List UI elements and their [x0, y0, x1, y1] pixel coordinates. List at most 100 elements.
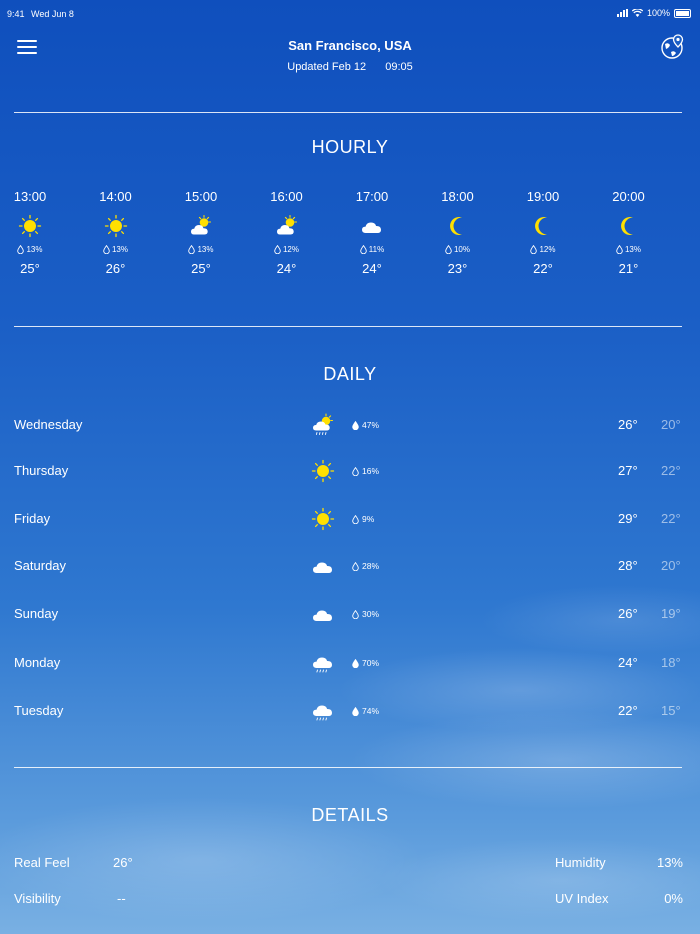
drop-icon: [352, 706, 359, 716]
daily-precip-value: 70%: [362, 658, 380, 668]
daily-low: 22°: [661, 511, 681, 526]
daily-row: Sunday 30% 26° 19°: [14, 602, 686, 626]
status-bar: 9:41 Wed Jun 8 100%: [0, 0, 700, 26]
drop-icon: [352, 561, 359, 571]
daily-row: Friday 9% 29° 22°: [14, 507, 686, 531]
hourly-time: 15:00: [184, 189, 218, 204]
hourly-time: 16:00: [270, 189, 303, 204]
drop-icon: [360, 245, 367, 254]
status-time: 9:41: [7, 9, 25, 19]
signal-icon: [616, 9, 628, 17]
daily-precip: 16%: [352, 466, 379, 476]
daily-precip-value: 16%: [362, 466, 380, 476]
sun-icon: [311, 507, 335, 531]
hourly-precip: 12%: [513, 245, 573, 254]
updated-line: Updated Feb 12 09:05: [0, 61, 700, 73]
divider: [14, 326, 682, 327]
moon-icon: [617, 214, 641, 238]
battery-percent: 100%: [646, 8, 670, 18]
day-name: Thursday: [14, 463, 69, 478]
hourly-precip-value: 10%: [453, 245, 470, 254]
daily-precip: 47%: [352, 420, 379, 430]
updated-time: 09:05: [385, 61, 413, 73]
hourly-item: 16:00 12% 24°: [257, 189, 317, 276]
drop-icon: [445, 245, 452, 254]
hourly-time: 17:00: [355, 189, 389, 204]
sun-cloud-rain-icon: [311, 413, 335, 437]
daily-row: Tuesday 74% 22° 15°: [14, 699, 686, 723]
hourly-temp: 25°: [191, 261, 211, 276]
city-title: San Francisco, USA: [288, 38, 412, 53]
real-feel-label: Real Feel: [14, 855, 70, 870]
drop-icon: [274, 245, 281, 254]
hourly-precip-value: 11%: [368, 245, 385, 254]
daily-row: Saturday 28% 28° 20°: [14, 554, 686, 578]
hourly-precip: 11%: [342, 245, 402, 254]
cloud-rain-icon: [311, 699, 335, 723]
status-right: 100%: [616, 8, 691, 18]
hourly-item: 15:00 13% 25°: [171, 189, 231, 276]
uv-index-label: UV Index: [555, 891, 609, 906]
hourly-item: 14:00 13% 26°: [86, 189, 146, 276]
sun-cloud-icon: [189, 214, 213, 238]
drop-icon: [352, 514, 359, 524]
daily-low: 19°: [661, 606, 681, 621]
daily-low: 22°: [661, 463, 681, 478]
real-feel-value: 26°: [113, 855, 133, 870]
hourly-temp: 25°: [20, 261, 40, 276]
daily-high: 29°: [618, 511, 638, 526]
hourly-precip: 13%: [86, 245, 146, 254]
day-name: Tuesday: [14, 703, 64, 718]
hourly-precip-value: 12%: [539, 245, 556, 254]
hourly-time: 20:00: [612, 189, 645, 204]
hourly-temp: 24°: [276, 261, 297, 276]
daily-high: 24°: [618, 655, 638, 670]
daily-low: 20°: [661, 417, 681, 432]
drop-icon: [103, 245, 110, 254]
cloud-icon: [311, 554, 335, 578]
hourly-time: 19:00: [526, 189, 560, 204]
daily-high: 26°: [618, 606, 638, 621]
drop-icon: [17, 245, 25, 254]
daily-row: Wednesday 47% 26° 20°: [14, 413, 686, 437]
battery-icon: [674, 8, 691, 18]
drop-icon: [352, 609, 359, 619]
daily-high: 22°: [618, 703, 638, 718]
daily-high: 27°: [618, 463, 638, 478]
hourly-precip: 13%: [171, 245, 231, 254]
hourly-precip-value: 13%: [624, 245, 641, 254]
updated-date: Updated Feb 12: [287, 61, 367, 73]
hourly-precip-value: 13%: [197, 245, 214, 254]
cloud-icon: [311, 602, 335, 626]
hourly-item: 20:00 13% 21°: [599, 189, 659, 276]
daily-low: 15°: [661, 703, 681, 718]
hourly-title: HOURLY: [311, 137, 389, 157]
hourly-temp: 21°: [618, 261, 639, 276]
daily-title: DAILY: [323, 364, 377, 384]
humidity-label: Humidity: [555, 855, 606, 870]
hourly-precip: 12%: [257, 245, 317, 254]
daily-precip: 28%: [352, 561, 379, 571]
hourly-item: 13:00 13% 25°: [0, 189, 60, 276]
drop-icon: [616, 245, 623, 254]
hourly-precip: 10%: [428, 245, 488, 254]
hourly-precip-value: 13%: [26, 245, 43, 254]
daily-precip-value: 30%: [362, 609, 380, 619]
daily-high: 28°: [618, 558, 638, 573]
drop-icon: [352, 658, 359, 668]
drop-icon: [352, 420, 359, 430]
day-name: Saturday: [14, 558, 67, 573]
wifi-icon: [631, 9, 643, 17]
location-globe-icon[interactable]: [661, 34, 685, 60]
hourly-temp: 23°: [447, 261, 468, 276]
hourly-temp: 22°: [533, 261, 553, 276]
details-title: DETAILS: [311, 805, 389, 825]
drop-icon: [352, 466, 359, 476]
divider: [14, 767, 682, 768]
sun-icon: [18, 214, 42, 238]
cloud-icon: [360, 214, 384, 238]
daily-precip-value: 47%: [362, 420, 380, 430]
day-name: Monday: [14, 655, 61, 670]
daily-high: 26°: [618, 417, 638, 432]
visibility-value: --: [117, 891, 126, 906]
